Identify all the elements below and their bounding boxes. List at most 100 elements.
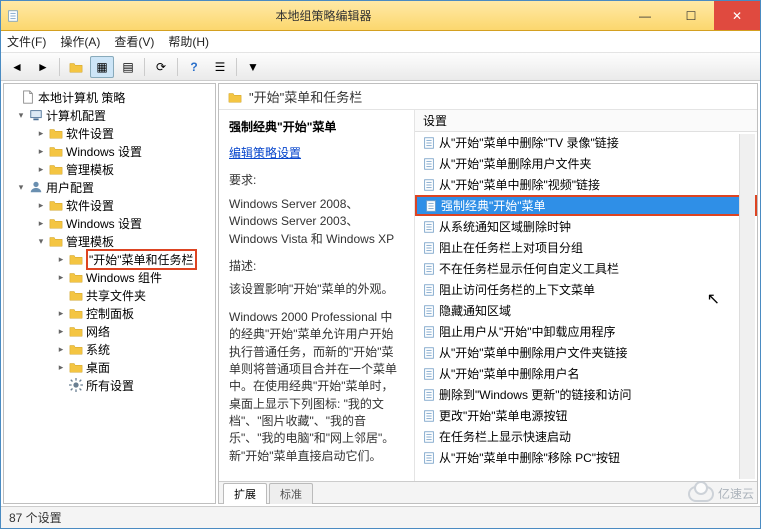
tree-user-config[interactable]: 用户配置: [46, 179, 94, 196]
setting-icon: [421, 219, 437, 235]
tree-admin-templates[interactable]: 管理模板: [66, 233, 114, 250]
folder-icon: [68, 341, 84, 357]
folder-icon: [68, 305, 84, 321]
show-hide-tree-button[interactable]: ▦: [90, 56, 114, 78]
setting-label: 更改"开始"菜单电源按钮: [439, 407, 568, 424]
expander-icon[interactable]: ▸: [34, 128, 48, 139]
tab-extended[interactable]: 扩展: [223, 483, 267, 504]
folder-icon: [48, 197, 64, 213]
tree-item[interactable]: Windows 组件: [86, 269, 162, 286]
expander-icon[interactable]: ▸: [34, 164, 48, 175]
setting-row[interactable]: 在任务栏上显示快速启动: [415, 426, 757, 447]
setting-row[interactable]: 更改"开始"菜单电源按钮: [415, 405, 757, 426]
back-button[interactable]: ◄: [5, 56, 29, 78]
expander-icon[interactable]: ▸: [34, 200, 48, 211]
close-button[interactable]: ✕: [714, 1, 760, 30]
setting-icon: [421, 387, 437, 403]
tree-item[interactable]: 软件设置: [66, 125, 114, 142]
results-pane: "开始"菜单和任务栏 强制经典"开始"菜单 编辑策略设置 要求: Windows…: [218, 83, 758, 504]
scrollbar[interactable]: [739, 134, 755, 479]
tree-all-settings[interactable]: 所有设置: [86, 377, 134, 394]
up-button[interactable]: [64, 56, 88, 78]
tree-item[interactable]: 软件设置: [66, 197, 114, 214]
edit-policy-link[interactable]: 编辑策略设置: [229, 146, 301, 160]
forward-button[interactable]: ►: [31, 56, 55, 78]
tree-item[interactable]: 系统: [86, 341, 110, 358]
expander-icon[interactable]: ▾: [14, 110, 28, 121]
description-body-2: Windows 2000 Professional 中的经典"开始"菜单允许用户…: [229, 309, 404, 466]
setting-row[interactable]: 阻止用户从"开始"中卸载应用程序: [415, 321, 757, 342]
minimize-button[interactable]: —: [622, 1, 668, 30]
menu-view[interactable]: 查看(V): [114, 33, 154, 50]
menu-action[interactable]: 操作(A): [60, 33, 100, 50]
tree-root[interactable]: 本地计算机 策略: [38, 89, 125, 106]
computer-icon: [28, 107, 44, 123]
setting-row[interactable]: 强制经典"开始"菜单: [415, 195, 757, 216]
expander-icon[interactable]: ▸: [54, 362, 68, 373]
setting-icon: [421, 429, 437, 445]
tree-item[interactable]: 网络: [86, 323, 110, 340]
menu-file[interactable]: 文件(F): [7, 33, 46, 50]
tree-item[interactable]: 桌面: [86, 359, 110, 376]
setting-row[interactable]: 从"开始"菜单中删除用户文件夹链接: [415, 342, 757, 363]
setting-row[interactable]: 删除到"Windows 更新"的链接和访问: [415, 384, 757, 405]
tree-item[interactable]: Windows 设置: [66, 215, 142, 232]
setting-icon: [423, 198, 439, 214]
expander-icon[interactable]: ▾: [14, 182, 28, 193]
expander-icon[interactable]: ▸: [54, 254, 68, 265]
menu-help[interactable]: 帮助(H): [168, 33, 209, 50]
expander-icon[interactable]: ▸: [54, 272, 68, 283]
settings-list: 设置 从"开始"菜单中删除"TV 录像"链接从"开始"菜单删除用户文件夹从"开始…: [415, 110, 757, 481]
filter-button[interactable]: ▼: [241, 56, 265, 78]
expander-icon[interactable]: ▸: [34, 146, 48, 157]
expander-icon[interactable]: ▾: [34, 236, 48, 247]
toolbar: ◄ ► ▦ ▤ ⟳ ? ☰ ▼: [1, 53, 760, 81]
expander-icon[interactable]: ▸: [54, 308, 68, 319]
setting-label: 在任务栏上显示快速启动: [439, 428, 571, 445]
maximize-button[interactable]: ☐: [668, 1, 714, 30]
tree-item[interactable]: 管理模板: [66, 161, 114, 178]
setting-icon: [421, 450, 437, 466]
status-text: 87 个设置: [9, 509, 62, 526]
setting-row[interactable]: 从系统通知区域删除时钟: [415, 216, 757, 237]
setting-row[interactable]: 阻止在任务栏上对项目分组: [415, 237, 757, 258]
setting-row[interactable]: 不在任务栏显示任何自定义工具栏: [415, 258, 757, 279]
folder-icon: [48, 233, 64, 249]
column-header[interactable]: 设置: [415, 110, 757, 132]
setting-label: 强制经典"开始"菜单: [441, 197, 546, 214]
setting-label: 阻止访问任务栏的上下文菜单: [439, 281, 595, 298]
setting-icon: [421, 303, 437, 319]
folder-icon: [68, 251, 84, 267]
setting-label: 删除到"Windows 更新"的链接和访问: [439, 386, 632, 403]
tab-standard[interactable]: 标准: [269, 483, 313, 504]
setting-row[interactable]: 阻止访问任务栏的上下文菜单: [415, 279, 757, 300]
results-title: "开始"菜单和任务栏: [249, 87, 362, 106]
setting-row[interactable]: 从"开始"菜单中删除"视频"链接: [415, 174, 757, 195]
requirements-label: 要求:: [229, 172, 404, 189]
setting-icon: [421, 408, 437, 424]
properties-button[interactable]: ☰: [208, 56, 232, 78]
tree-start-menu-taskbar[interactable]: "开始"菜单和任务栏: [86, 249, 197, 270]
tree-item[interactable]: 共享文件夹: [86, 287, 146, 304]
status-bar: 87 个设置: [1, 506, 760, 528]
setting-row[interactable]: 从"开始"菜单中删除用户名: [415, 363, 757, 384]
scope-tree[interactable]: 本地计算机 策略 ▾计算机配置 ▸软件设置 ▸Windows 设置 ▸管理模板 …: [3, 83, 216, 504]
col-setting-label: 设置: [423, 112, 447, 129]
setting-row[interactable]: 从"开始"菜单中删除"TV 录像"链接: [415, 132, 757, 153]
tree-computer-config[interactable]: 计算机配置: [46, 107, 106, 124]
refresh-button[interactable]: ⟳: [149, 56, 173, 78]
expander-icon[interactable]: ▸: [54, 344, 68, 355]
setting-row[interactable]: 隐藏通知区域: [415, 300, 757, 321]
setting-row[interactable]: 从"开始"菜单中删除"移除 PC"按钮: [415, 447, 757, 468]
tree-item[interactable]: 控制面板: [86, 305, 134, 322]
tree-item[interactable]: Windows 设置: [66, 143, 142, 160]
export-button[interactable]: ▤: [116, 56, 140, 78]
gear-icon: [68, 377, 84, 393]
setting-row[interactable]: 从"开始"菜单删除用户文件夹: [415, 153, 757, 174]
expander-icon[interactable]: ▸: [34, 218, 48, 229]
setting-icon: [421, 261, 437, 277]
expander-icon[interactable]: ▸: [54, 326, 68, 337]
folder-icon: [48, 143, 64, 159]
setting-label: 从系统通知区域删除时钟: [439, 218, 571, 235]
help-button[interactable]: ?: [182, 56, 206, 78]
